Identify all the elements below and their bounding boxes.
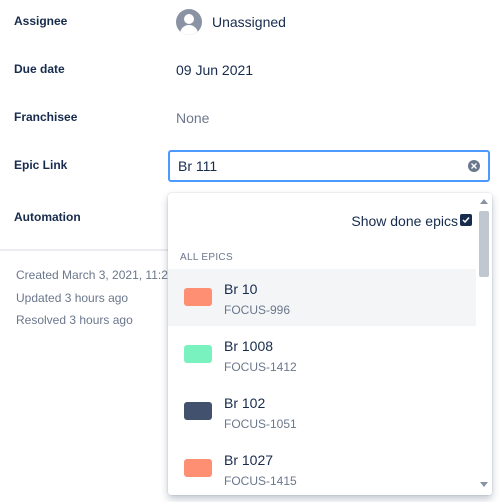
epic-option-key: FOCUS-1412 [224,360,297,374]
epic-option-key: FOCUS-1415 [224,474,297,488]
epic-link-field[interactable] [168,150,490,182]
show-done-epics-label[interactable]: Show done epics [351,213,458,229]
epic-option-key: FOCUS-996 [224,303,291,317]
epic-option[interactable]: Br 10 FOCUS-996 [168,269,476,326]
epic-option[interactable]: Br 1027 FOCUS-1415 [168,440,476,495]
dropdown-scrollbar[interactable] [476,193,492,495]
epic-dropdown: Show done epics ALL EPICS Br 10 FOCUS-99… [168,193,492,495]
created-text: Created March 3, 2021, 11:26 [16,268,175,282]
epic-option-name: Br 102 [224,395,266,411]
checkbox-checked-icon[interactable] [460,214,472,226]
all-epics-heading: ALL EPICS [180,252,233,263]
epic-option-name: Br 10 [224,281,258,297]
epic-color-swatch [184,402,212,420]
chevron-down-icon[interactable] [480,482,488,487]
epic-link-input[interactable] [178,157,458,175]
assignee-value[interactable]: Unassigned [212,14,286,30]
section-divider [0,249,168,251]
due-date-label: Due date [14,62,65,76]
epic-option-name: Br 1027 [224,452,274,468]
chevron-up-icon[interactable] [480,199,488,204]
assignee-label: Assignee [14,14,68,28]
clear-icon[interactable] [468,160,480,172]
franchisee-value[interactable]: None [176,110,209,126]
user-avatar-icon [176,9,202,35]
scrollbar-thumb[interactable] [479,211,489,277]
updated-text: Updated 3 hours ago [16,291,129,305]
epic-color-swatch [184,345,212,363]
epic-option[interactable]: Br 1008 FOCUS-1412 [168,326,476,383]
due-date-value[interactable]: 09 Jun 2021 [176,62,253,78]
epic-color-swatch [184,288,212,306]
franchisee-label: Franchisee [14,110,78,124]
resolved-text: Resolved 3 hours ago [16,313,133,327]
epic-link-label: Epic Link [14,158,68,172]
epic-option-key: FOCUS-1051 [224,417,297,431]
epic-option-name: Br 1008 [224,338,274,354]
epic-option[interactable]: Br 102 FOCUS-1051 [168,383,476,440]
automation-label: Automation [14,210,81,224]
epic-color-swatch [184,459,212,477]
